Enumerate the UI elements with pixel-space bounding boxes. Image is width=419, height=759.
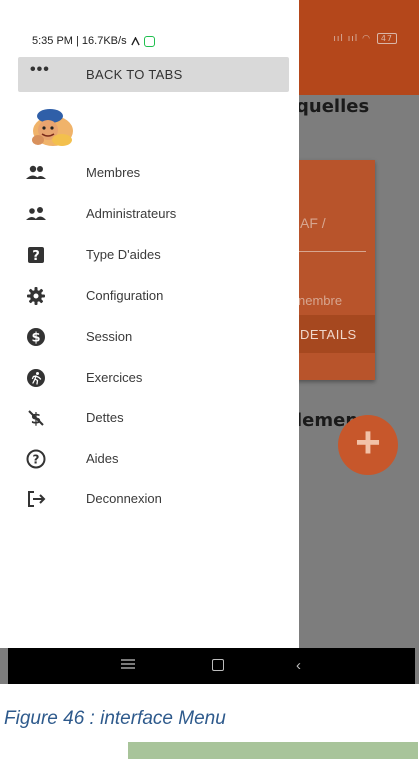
running-icon <box>27 369 45 387</box>
menu-item-exercices[interactable]: Exercices <box>0 363 299 393</box>
more-dots-icon: ••• <box>30 61 50 78</box>
group-icon <box>26 165 46 179</box>
menu-label-configuration: Configuration <box>86 288 164 303</box>
menu-label-aides: Aides <box>86 451 119 466</box>
status-icons: ııl ııl ◠ 47 <box>333 33 397 44</box>
recent-apps-icon[interactable] <box>121 658 135 670</box>
wifi-icon: ◠ <box>362 34 371 44</box>
background-card-divider <box>298 251 366 252</box>
menu-item-aides[interactable]: ? Aides <box>0 444 299 474</box>
background-card-membre: nembre <box>298 293 343 308</box>
system-navigation-bar: ‹ <box>8 648 415 684</box>
background-heading: quelles <box>296 96 370 117</box>
menu-label-dettes: Dettes <box>86 410 124 425</box>
status-time-speed: 5:35 PM | 16.7KB/s <box>32 35 127 47</box>
menu-label-type-daides: Type D'aides <box>86 247 161 262</box>
supervisor-icon <box>26 207 46 220</box>
back-to-tabs-button[interactable]: ••• BACK TO TABS <box>18 57 289 92</box>
menu-item-deconnexion[interactable]: Deconnexion <box>0 484 299 514</box>
logout-icon <box>28 491 46 507</box>
status-bar: 5:35 PM | 16.7KB/s <box>32 35 155 47</box>
bottom-margin <box>0 742 128 759</box>
signal-icon: ııl ııl <box>333 34 359 44</box>
battery-icon: 47 <box>376 33 397 44</box>
back-to-tabs-label: BACK TO TABS <box>86 67 183 82</box>
background-card-text: AF / <box>300 215 326 231</box>
whatsapp-icon <box>143 35 155 47</box>
next-figure-strip <box>128 742 418 759</box>
figure-caption: Figure 46 : interface Menu <box>4 708 226 729</box>
help-box-icon: ? <box>28 247 44 264</box>
money-off-icon: $ <box>28 410 44 428</box>
menu-label-membres: Membres <box>86 165 141 180</box>
back-icon[interactable]: ‹ <box>296 657 301 674</box>
menu-item-session[interactable]: $ Session <box>0 322 299 352</box>
menu-item-type-daides[interactable]: ? Type D'aides <box>0 240 299 270</box>
gear-icon <box>27 287 45 305</box>
menu-label-administrateurs: Administrateurs <box>86 206 177 221</box>
nfc-icon <box>130 36 140 45</box>
svg-text:$: $ <box>31 331 40 346</box>
navigation-drawer: 5:35 PM | 16.7KB/s ••• BACK TO TABS Memb… <box>0 0 299 648</box>
menu-item-administrateurs[interactable]: Administrateurs <box>0 199 299 229</box>
menu-item-dettes[interactable]: $ Dettes <box>0 403 299 433</box>
help-circle-icon: ? <box>26 449 46 469</box>
menu-label-session: Session <box>86 329 133 344</box>
svg-text:?: ? <box>33 453 40 467</box>
menu-item-configuration[interactable]: Configuration <box>0 281 299 311</box>
menu-label-deconnexion: Deconnexion <box>86 491 162 506</box>
details-button: DETAILS <box>300 327 357 342</box>
avatar <box>32 109 73 146</box>
menu-item-membres[interactable]: Membres <box>0 158 299 188</box>
menu-label-exercices: Exercices <box>86 370 143 385</box>
home-icon[interactable] <box>212 659 224 671</box>
dollar-circle-icon: $ <box>27 328 45 346</box>
add-fab-button: + <box>338 415 398 475</box>
svg-text:?: ? <box>32 249 40 264</box>
